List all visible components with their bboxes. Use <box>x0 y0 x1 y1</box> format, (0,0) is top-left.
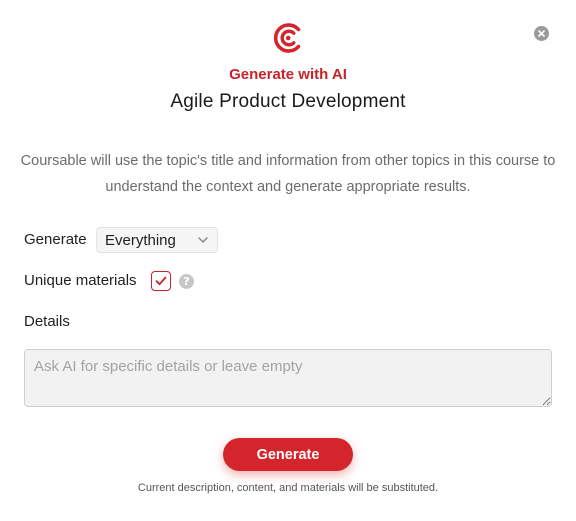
modal-title: Agile Product Development <box>170 91 406 112</box>
details-input[interactable] <box>24 349 552 407</box>
chevron-down-icon <box>198 237 208 243</box>
generate-ai-modal: Generate with AI Agile Product Developme… <box>0 0 576 521</box>
generate-select[interactable]: Everything <box>96 227 218 253</box>
unique-materials-checkbox[interactable] <box>151 271 171 291</box>
checkmark-icon <box>155 276 167 286</box>
modal-subtitle: Generate with AI <box>229 66 347 83</box>
generate-label: Generate <box>24 231 87 248</box>
details-label: Details <box>24 313 70 330</box>
generate-select-value: Everything <box>105 231 176 249</box>
coursable-logo-icon <box>273 23 301 53</box>
generate-button[interactable]: Generate <box>223 438 353 471</box>
close-button[interactable] <box>534 26 549 41</box>
help-icon[interactable]: ? <box>179 274 194 289</box>
unique-materials-label: Unique materials <box>24 272 137 289</box>
modal-description: Coursable will use the topic's title and… <box>20 153 556 195</box>
close-icon <box>538 30 545 37</box>
substitution-note: Current description, content, and materi… <box>137 482 439 494</box>
